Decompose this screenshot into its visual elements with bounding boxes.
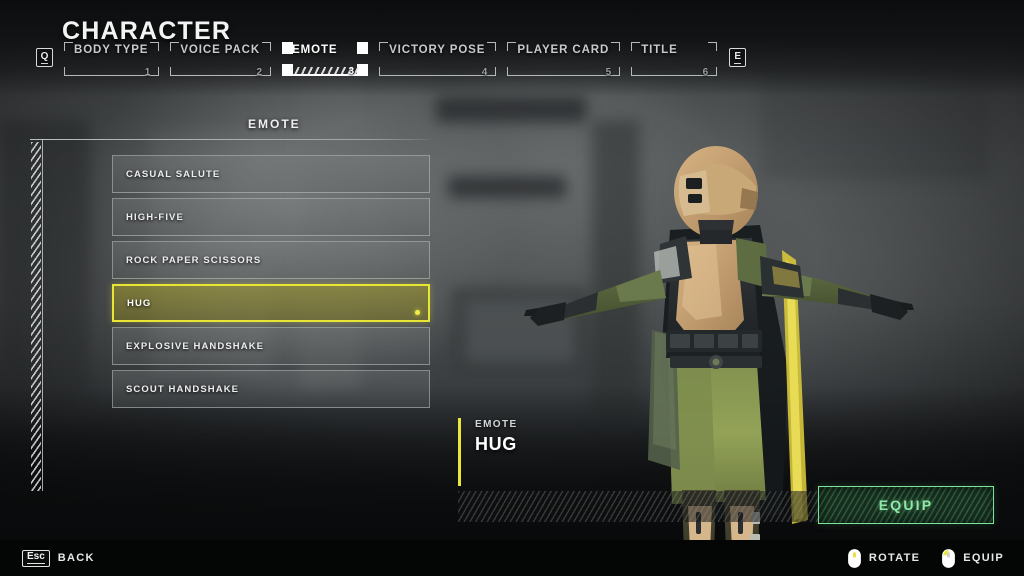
equip-button-label: EQUIP bbox=[878, 497, 934, 513]
game-screen: CHARACTER Q BODY TYPE 1 VOICE PACK 2 EMO… bbox=[0, 0, 1024, 576]
mouse-left-click-icon bbox=[942, 548, 956, 568]
back-label: BACK bbox=[57, 552, 95, 564]
status-bar-right: ROTATE EQUIP bbox=[847, 548, 1004, 568]
tab-number: 6 bbox=[702, 67, 709, 78]
emote-list-item-selected[interactable]: HUG bbox=[112, 284, 430, 322]
tab-title[interactable]: TITLE 6 bbox=[631, 42, 718, 78]
detail-name-label: HUG bbox=[475, 434, 517, 454]
bracket-corner-icon bbox=[708, 42, 718, 51]
bracket-corner-icon bbox=[487, 67, 497, 76]
bracket-corner-icon bbox=[170, 42, 180, 51]
tab-label: PLAYER CARD bbox=[517, 44, 610, 56]
rotate-hint[interactable]: ROTATE bbox=[847, 548, 921, 568]
tab-rail bbox=[388, 75, 488, 76]
tab-number: 1 bbox=[144, 67, 151, 78]
esc-key-icon: Esc bbox=[22, 549, 50, 567]
bracket-corner-icon bbox=[357, 42, 369, 54]
tab-strip: Q BODY TYPE 1 VOICE PACK 2 EMOTE 3 VICTO… bbox=[36, 42, 747, 78]
prev-tab-key-label: Q bbox=[40, 50, 49, 64]
bracket-corner-icon bbox=[611, 42, 621, 51]
tab-body-type[interactable]: BODY TYPE 1 bbox=[64, 42, 160, 78]
tab-rail bbox=[73, 75, 151, 76]
emote-item-label: EXPLOSIVE HANDSHAKE bbox=[126, 340, 265, 352]
header: CHARACTER Q BODY TYPE 1 VOICE PACK 2 EMO… bbox=[0, 0, 1024, 90]
emote-item-label: ROCK PAPER SCISSORS bbox=[126, 254, 262, 266]
equip-hint[interactable]: EQUIP bbox=[942, 548, 1004, 568]
bracket-corner-icon bbox=[282, 42, 294, 54]
emote-list-item[interactable]: HIGH-FIVE bbox=[112, 198, 430, 236]
tab-voice-pack[interactable]: VOICE PACK 2 bbox=[170, 42, 272, 78]
esc-key-label: Esc bbox=[27, 551, 45, 564]
bracket-corner-icon bbox=[379, 42, 389, 51]
bracket-corner-icon bbox=[487, 42, 497, 51]
back-hint[interactable]: Esc BACK bbox=[22, 549, 95, 567]
tab-label: TITLE bbox=[641, 44, 678, 56]
detail-kind-label: EMOTE bbox=[475, 419, 518, 430]
bracket-corner-icon bbox=[262, 67, 272, 76]
tab-label: VICTORY POSE bbox=[389, 44, 486, 56]
tab-player-card[interactable]: PLAYER CARD 5 bbox=[507, 42, 621, 78]
status-bar: Esc BACK ROTATE EQUIP bbox=[0, 540, 1024, 576]
bracket-corner-icon bbox=[708, 67, 718, 76]
bracket-corner-icon bbox=[262, 42, 272, 51]
tab-number: 5 bbox=[605, 67, 612, 78]
tab-number: 4 bbox=[481, 67, 488, 78]
bracket-corner-icon bbox=[150, 67, 160, 76]
bracket-corner-icon bbox=[631, 67, 641, 76]
bracket-corner-icon bbox=[507, 67, 517, 76]
bracket-corner-icon bbox=[631, 42, 641, 51]
tab-label: BODY TYPE bbox=[74, 44, 149, 56]
bracket-corner-icon bbox=[170, 67, 180, 76]
bracket-corner-icon bbox=[379, 67, 389, 76]
section-title: EMOTE bbox=[248, 117, 301, 131]
tab-rail bbox=[179, 75, 263, 76]
detail-accent-bar bbox=[458, 418, 461, 486]
tab-rail bbox=[640, 75, 709, 76]
bracket-corner-icon bbox=[611, 67, 621, 76]
next-tab-key[interactable]: E bbox=[729, 48, 747, 67]
bracket-corner-icon bbox=[150, 42, 160, 51]
emote-item-label: HUG bbox=[127, 297, 152, 309]
tab-number: 2 bbox=[256, 67, 263, 78]
panel-hatch-stripe-icon bbox=[31, 142, 41, 491]
emote-list-item[interactable]: SCOUT HANDSHAKE bbox=[112, 370, 430, 408]
bracket-corner-icon bbox=[64, 67, 73, 76]
tab-label: EMOTE bbox=[292, 44, 338, 56]
tab-victory-pose[interactable]: VICTORY POSE 4 bbox=[379, 42, 497, 78]
emote-list-item[interactable]: ROCK PAPER SCISSORS bbox=[112, 241, 430, 279]
emote-item-label: CASUAL SALUTE bbox=[126, 168, 221, 180]
equip-button[interactable]: EQUIP bbox=[818, 486, 994, 524]
equip-hint-label: EQUIP bbox=[963, 552, 1004, 564]
mouse-scroll-wheel-icon bbox=[847, 548, 861, 568]
emote-item-label: SCOUT HANDSHAKE bbox=[126, 383, 240, 395]
tab-number: 3 bbox=[348, 66, 355, 77]
bracket-corner-icon bbox=[507, 42, 517, 51]
bracket-corner-icon bbox=[64, 42, 73, 51]
rotate-label: ROTATE bbox=[868, 552, 921, 564]
emote-list: CASUAL SALUTE HIGH-FIVE ROCK PAPER SCISS… bbox=[112, 155, 430, 413]
status-bar-left: Esc BACK bbox=[22, 549, 95, 567]
selected-indicator-dot-icon bbox=[415, 310, 420, 315]
tab-emote[interactable]: EMOTE 3 bbox=[282, 42, 369, 77]
prev-tab-key[interactable]: Q bbox=[36, 48, 53, 67]
next-tab-key-label: E bbox=[734, 50, 742, 64]
emote-list-item[interactable]: EXPLOSIVE HANDSHAKE bbox=[112, 327, 430, 365]
emote-list-item[interactable]: CASUAL SALUTE bbox=[112, 155, 430, 193]
panel-top-rule bbox=[30, 139, 430, 140]
panel-edge-line bbox=[42, 139, 43, 491]
tab-rail bbox=[516, 75, 612, 76]
emote-item-label: HIGH-FIVE bbox=[126, 211, 184, 223]
tab-label: VOICE PACK bbox=[180, 44, 261, 56]
